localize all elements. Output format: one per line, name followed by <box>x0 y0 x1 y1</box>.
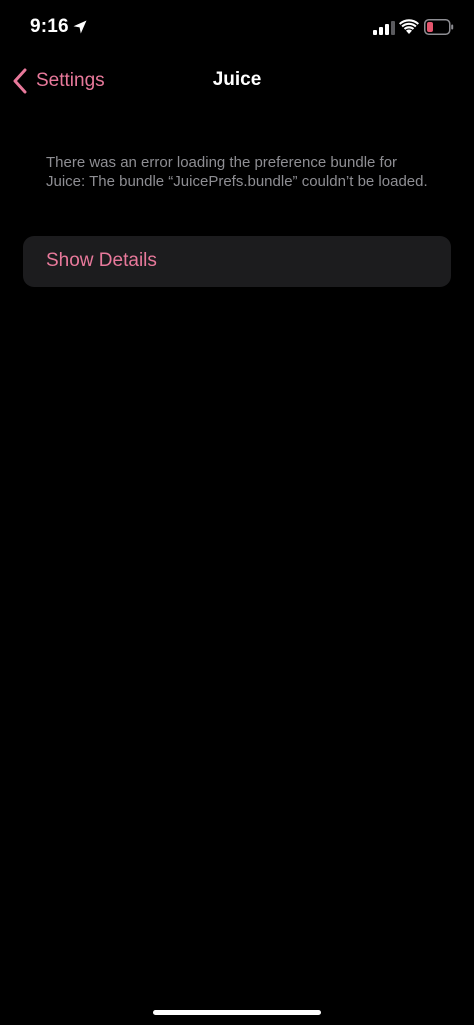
error-message: There was an error loading the preferenc… <box>46 154 428 190</box>
status-time: 9:16 <box>30 16 69 37</box>
cellular-signal-icon <box>373 21 395 35</box>
navigation-bar: Settings Juice <box>0 56 474 104</box>
page-title: Juice <box>212 69 262 90</box>
status-bar: 9:16 <box>0 0 474 54</box>
location-arrow-icon <box>73 20 87 34</box>
home-indicator[interactable] <box>153 1010 321 1015</box>
battery-low-icon <box>424 19 454 35</box>
show-details-button[interactable]: Show Details <box>23 236 451 287</box>
show-details-label: Show Details <box>46 250 157 271</box>
wifi-icon <box>399 19 419 34</box>
